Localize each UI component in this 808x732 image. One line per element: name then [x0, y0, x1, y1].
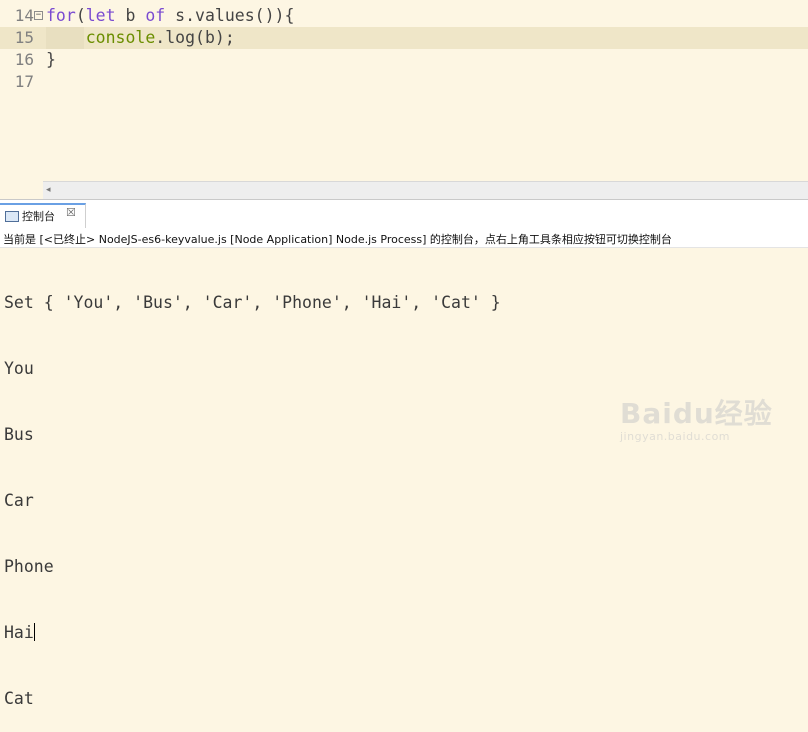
- fold-icon[interactable]: −: [34, 11, 43, 20]
- baidu-watermark: Baidu经验 jingyan.baidu.com: [620, 392, 773, 443]
- line-number: 14: [14, 6, 34, 25]
- output-line: Bus: [4, 425, 34, 444]
- scroll-left-icon[interactable]: ◂: [46, 185, 51, 195]
- console-view-header: 控制台 ☒: [0, 199, 808, 231]
- code-line-15[interactable]: 15 console.log(b);: [0, 27, 808, 49]
- keyword-let: let: [85, 6, 116, 25]
- code-text: }: [46, 50, 56, 69]
- line-number: 17: [14, 72, 34, 91]
- console-status-bar: 当前是 [<已终止> NodeJS-es6-keyvalue.js [Node …: [0, 229, 808, 248]
- line-number: 16: [14, 50, 34, 69]
- line-number: 15: [14, 28, 34, 47]
- code-line-14[interactable]: 14 − for(let b of s.values()){: [0, 5, 808, 27]
- code-text: console.log(b);: [85, 28, 235, 47]
- output-line: You: [4, 359, 34, 378]
- text-caret: [33, 623, 35, 641]
- code-line-16[interactable]: 16 }: [0, 49, 808, 71]
- output-line-text: Hai: [4, 623, 34, 642]
- console-status-text: 当前是 [<已终止> NodeJS-es6-keyvalue.js [Node …: [3, 233, 672, 246]
- watermark-logo: Baidu经验: [620, 397, 773, 430]
- console-icon: [5, 211, 19, 222]
- keyword-for: for: [46, 6, 76, 25]
- console-output[interactable]: Set { 'You', 'Bus', 'Car', 'Phone', 'Hai…: [4, 248, 501, 732]
- identifier-console: console: [85, 28, 156, 47]
- output-line: Cat: [4, 689, 34, 708]
- output-line: Hai: [4, 622, 501, 644]
- tab-console[interactable]: 控制台 ☒: [0, 203, 86, 228]
- code-text: for(let b of s.values()){: [46, 6, 295, 25]
- code-line-17[interactable]: 17: [0, 71, 808, 93]
- code-editor[interactable]: 14 − for(let b of s.values()){ 15 consol…: [0, 0, 808, 181]
- horizontal-scrollbar[interactable]: ◂: [43, 181, 808, 199]
- output-line: Phone: [4, 557, 54, 576]
- output-line: Set { 'You', 'Bus', 'Car', 'Phone', 'Hai…: [4, 293, 501, 312]
- output-line: Car: [4, 491, 34, 510]
- tab-console-label: 控制台: [22, 210, 55, 223]
- keyword-of: of: [145, 6, 166, 25]
- close-tab-icon[interactable]: ☒: [66, 206, 76, 219]
